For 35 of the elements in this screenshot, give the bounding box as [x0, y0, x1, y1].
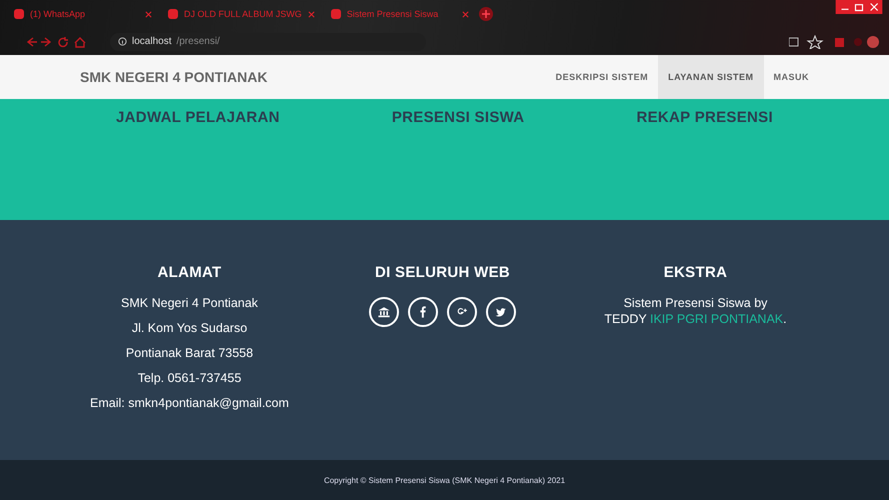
address-line: Email: smkn4pontianak@gmail.com [90, 395, 289, 411]
column-heading: EKSTRA [664, 264, 728, 281]
address-line: SMK Negeri 4 Pontianak [121, 295, 258, 311]
site-icon [14, 9, 24, 19]
column-heading: DI SELURUH WEB [374, 264, 510, 281]
service-heading: JADWAL PELAJARAN [116, 109, 280, 126]
window-controls-icon[interactable] [835, 0, 883, 14]
nav-link[interactable]: LAYANAN SISTEM [658, 55, 764, 99]
column-heading: ALAMAT [157, 264, 222, 281]
credit-text: Sistem Presensi Siswa by TEDDY IKIP PGRI PONTIANAK. [604, 295, 787, 327]
social-link[interactable] [486, 297, 516, 327]
service-heading: PRESENSI SISWA [392, 109, 524, 126]
social-link[interactable] [408, 297, 438, 327]
copyright-text: Copyright © Sistem Presensi Siswa (SMK Negeri 4 Pontianak) 2021 [324, 476, 566, 484]
service-heading: REKAP PRESENSI [636, 109, 773, 126]
close-icon[interactable] [145, 10, 152, 18]
browser-tab[interactable]: Sistem Presensi Siswa [324, 3, 475, 25]
site-icon [168, 9, 178, 19]
nav-link[interactable]: DESKRIPSI SISTEM [546, 55, 658, 99]
nav-link[interactable]: MASUK [764, 55, 819, 99]
browser-tab[interactable]: (1) WhatsApp [8, 3, 158, 25]
social-link[interactable] [369, 297, 399, 327]
social-link[interactable] [447, 297, 477, 327]
institution-link[interactable]: IKIP PGRI PONTIANAK [650, 312, 784, 326]
new-tab-icon[interactable] [478, 7, 493, 21]
close-icon[interactable] [462, 10, 469, 18]
address-field[interactable]: localhost /presensi/ [110, 32, 426, 50]
close-icon[interactable] [308, 10, 315, 18]
site-icon [330, 9, 341, 19]
info-icon [118, 37, 127, 46]
address-line: Jl. Kom Yos Sudarso [132, 320, 248, 336]
browser-tab[interactable]: DJ OLD FULL ALBUM JSWG [162, 3, 321, 25]
address-line: Telp. 0561-737455 [138, 370, 242, 386]
site-brand[interactable]: SMK NEGERI 4 PONTIANAK [80, 69, 268, 85]
address-line: Pontianak Barat 73558 [126, 345, 254, 361]
